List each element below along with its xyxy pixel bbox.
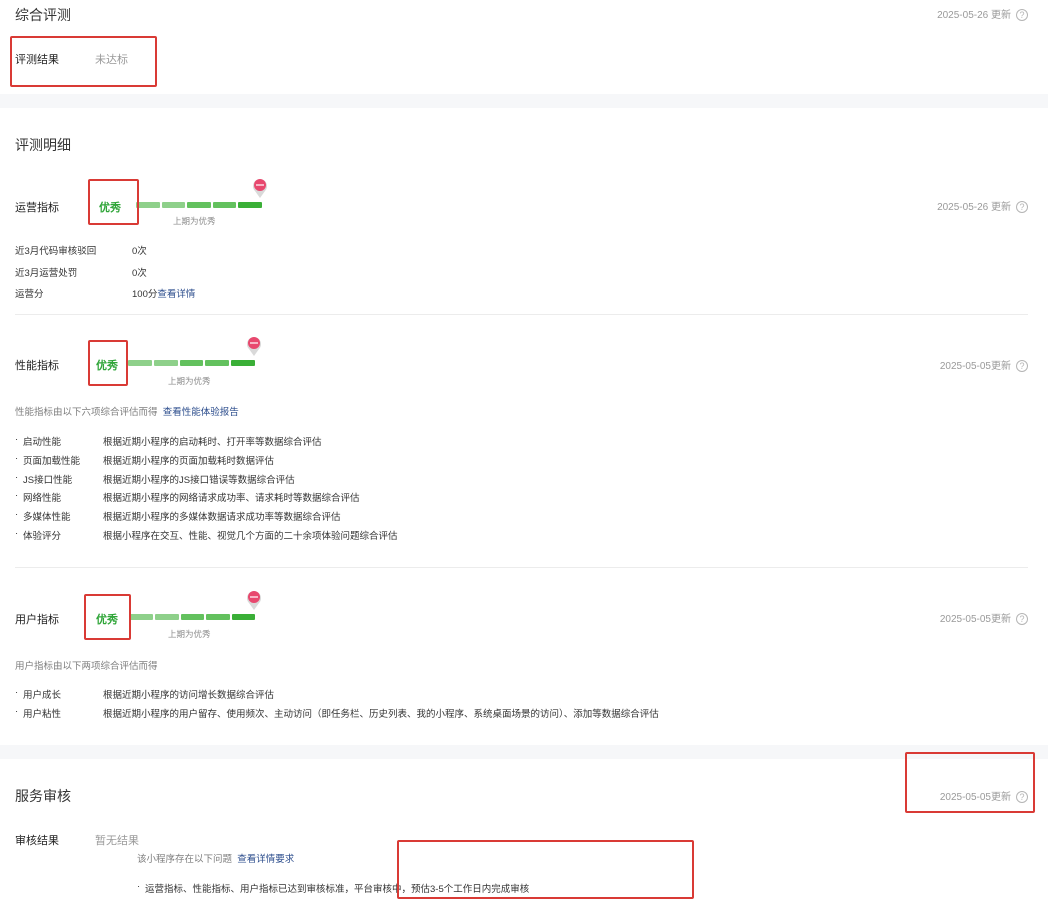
item-desc: 根据近期小程序的页面加载耗时数据评估 (103, 456, 275, 467)
bar-segment (231, 614, 256, 620)
operation-previous: 上期为优秀 (173, 216, 216, 226)
user-grade-bar (130, 614, 256, 620)
item-name: 用户粘性 (23, 709, 62, 720)
highlight-box (397, 840, 694, 899)
item-desc: 根据小程序在交互、性能、视觉几个方面的二十余项体验问题综合评估 (103, 531, 398, 542)
item-name: 体验评分 (23, 531, 62, 542)
bar-segment (206, 614, 230, 620)
service-title: 服务审核 (15, 788, 71, 804)
operation-row-label: 近3月运营处罚 (15, 268, 78, 279)
operation-row-value: 0次 (132, 268, 147, 279)
bar-segment (161, 202, 186, 208)
item-desc: 根据近期小程序的访问增长数据综合评估 (103, 690, 275, 701)
list-item: · 用户粘性 根据近期小程序的用户留存、使用频次、主动访问（即任务栏、历史列表、我的… (15, 706, 659, 720)
bar-segment (130, 614, 154, 620)
user-previous: 上期为优秀 (168, 629, 211, 639)
service-result-label: 审核结果 (15, 835, 59, 847)
item-name: JS接口性能 (23, 475, 73, 486)
bar-segment (128, 360, 152, 366)
bullet: · (15, 490, 19, 501)
bar-segment (187, 202, 211, 208)
bar-segment (180, 614, 205, 620)
service-issue-link[interactable]: 查看详情要求 (237, 854, 294, 865)
operation-row-value: 0次 (132, 246, 147, 257)
user-desc: 用户指标由以下两项综合评估而得 (15, 661, 158, 672)
highlight-box (88, 340, 128, 386)
operation-row-label: 近3月代码审核驳回 (15, 246, 97, 257)
performance-label: 性能指标 (15, 360, 59, 372)
list-item: · JS接口性能 根据近期小程序的JS接口错误等数据综合评估 (15, 472, 295, 486)
question-circle-icon[interactable]: ? (1016, 201, 1028, 214)
bullet: · (15, 687, 19, 698)
section-gap (0, 745, 1048, 759)
list-item: · 用户成长 根据近期小程序的访问增长数据综合评估 (15, 687, 274, 701)
performance-report-link[interactable]: 查看性能体验报告 (163, 407, 239, 418)
performance-desc: 性能指标由以下六项综合评估而得 查看性能体验报告 (15, 407, 239, 418)
item-name: 用户成长 (23, 690, 62, 701)
operation-grade-bar (136, 202, 262, 208)
map-pin-icon (247, 591, 261, 610)
operation-updated: 2025-05-26 更新? (937, 198, 1028, 214)
question-circle-icon[interactable]: ? (1016, 9, 1028, 22)
item-desc: 根据近期小程序的多媒体数据请求成功率等数据综合评估 (103, 512, 341, 523)
divider (15, 314, 1028, 315)
operation-row-label: 运营分 (15, 289, 44, 300)
bar-segment (205, 360, 230, 366)
question-circle-icon[interactable]: ? (1016, 360, 1028, 373)
user-updated: 2025-05-05更新? (940, 610, 1028, 626)
list-item: · 多媒体性能 根据近期小程序的多媒体数据请求成功率等数据综合评估 (15, 509, 341, 523)
bar-segment (153, 360, 178, 366)
bar-segment (212, 202, 237, 208)
item-name: 网络性能 (23, 493, 62, 504)
bar-segment (136, 202, 160, 208)
item-name: 页面加载性能 (23, 456, 81, 467)
operation-label: 运营指标 (15, 202, 59, 214)
map-pin-icon (253, 179, 267, 198)
performance-grade-bar (128, 360, 255, 366)
list-item: · 启动性能 根据近期小程序的启动耗时、打开率等数据综合评估 (15, 434, 322, 448)
item-desc: 根据近期小程序的用户留存、使用频次、主动访问（即任务栏、历史列表、我的小程序、系… (103, 709, 659, 720)
bullet: · (15, 509, 19, 520)
operation-score: 100分查看详情 (132, 289, 196, 300)
service-issue: 该小程序存在以下问题 查看详情要求 (137, 854, 295, 865)
performance-previous: 上期为优秀 (168, 376, 211, 386)
overall-updated: 2025-05-26 更新? (937, 6, 1028, 22)
bullet: · (15, 528, 19, 539)
map-pin-icon (247, 337, 261, 356)
question-circle-icon[interactable]: ? (1016, 613, 1028, 626)
bar-segment (155, 614, 179, 620)
item-desc: 根据近期小程序的网络请求成功率、请求耗时等数据综合评估 (103, 493, 360, 504)
section-gap (0, 94, 1048, 108)
highlight-box (905, 752, 1035, 813)
list-item: · 页面加载性能 根据近期小程序的页面加载耗时数据评估 (15, 453, 274, 467)
performance-updated: 2025-05-05更新? (940, 357, 1028, 373)
operation-detail-link[interactable]: 查看详情 (157, 289, 195, 300)
bullet: · (15, 434, 19, 445)
item-name: 多媒体性能 (23, 512, 71, 523)
highlight-box (10, 36, 157, 87)
user-label: 用户指标 (15, 614, 59, 626)
overall-title: 综合评测 (15, 7, 71, 23)
bar-segment (179, 360, 204, 366)
bar-segment (231, 360, 255, 366)
item-name: 启动性能 (23, 437, 62, 448)
bar-segment (238, 202, 262, 208)
details-title: 评测明细 (15, 137, 71, 153)
item-desc: 根据近期小程序的启动耗时、打开率等数据综合评估 (103, 437, 322, 448)
list-item: · 网络性能 根据近期小程序的网络请求成功率、请求耗时等数据综合评估 (15, 490, 360, 504)
list-item: · 体验评分 根据小程序在交互、性能、视觉几个方面的二十余项体验问题综合评估 (15, 528, 398, 542)
highlight-box (84, 594, 131, 640)
divider (15, 567, 1028, 568)
bullet: · (137, 881, 141, 892)
bullet: · (15, 453, 19, 464)
bullet: · (15, 472, 19, 483)
bullet: · (15, 706, 19, 717)
item-desc: 根据近期小程序的JS接口错误等数据综合评估 (103, 475, 295, 486)
highlight-box (88, 179, 139, 225)
service-result-value: 暂无结果 (95, 835, 139, 847)
